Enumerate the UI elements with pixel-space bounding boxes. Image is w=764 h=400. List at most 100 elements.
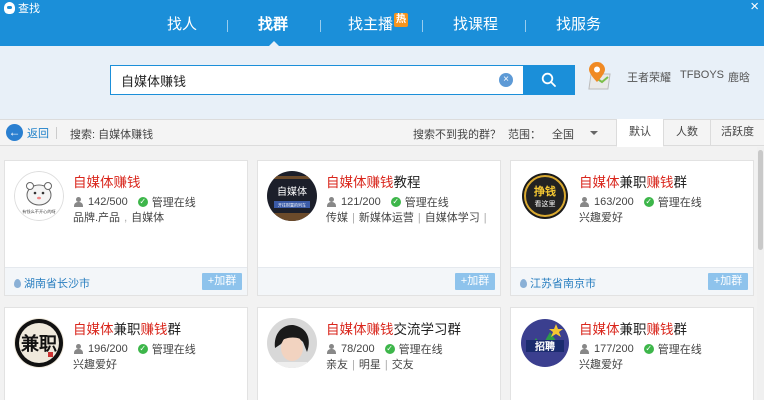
- group-location: 湖南省长沙市: [14, 275, 90, 291]
- name-text: 教程: [393, 175, 421, 190]
- group-avatar: 挣钱 看这里: [520, 171, 570, 221]
- tag: 兴趣爱好: [579, 212, 623, 224]
- group-card[interactable]: 挣钱 看这里 自媒体兼职赚钱群 163/200 ✓ 管理在线 兴趣爱好 江苏省南…: [510, 160, 754, 296]
- name-text: 兼职: [113, 322, 141, 337]
- group-avatar: 招聘: [520, 318, 570, 368]
- name-highlight: 自媒体: [73, 322, 114, 337]
- tag: 品牌.产品: [73, 212, 121, 224]
- group-card[interactable]: 自媒体 开往财富的列车 自媒体赚钱教程 121/200 ✓ 管理在线 传媒 | 新媒…: [257, 160, 501, 296]
- member-count: 163/200: [594, 196, 634, 208]
- recruit-banner-icon: 招聘: [520, 318, 570, 368]
- tag-divider: |: [483, 212, 487, 224]
- chevron-down-icon[interactable]: [590, 131, 598, 135]
- join-group-button[interactable]: +加群: [202, 273, 242, 290]
- search-area: × 王者荣耀 TFBOYS 鹿晗: [0, 46, 764, 119]
- member-count: 196/200: [88, 343, 128, 355]
- back-label: 返回: [27, 127, 49, 140]
- tab-find-course[interactable]: 找课程: [453, 12, 498, 40]
- group-card[interactable]: 招聘 自媒体兼职赚钱群 177/200 ✓ 管理在线 兴趣爱好: [510, 307, 754, 400]
- join-group-button[interactable]: +加群: [708, 273, 748, 290]
- tab-find-service[interactable]: 找服务: [556, 12, 601, 40]
- avatar-caption: 兼职: [21, 333, 57, 355]
- name-highlight: 赚钱: [646, 175, 674, 190]
- group-tags: 品牌.产品, 自媒体: [73, 209, 164, 225]
- member-count: 177/200: [594, 343, 634, 355]
- tag: 新媒体运营: [358, 212, 414, 224]
- not-found-link[interactable]: 搜索不到我的群？: [413, 126, 501, 142]
- tag: 传媒: [326, 212, 348, 224]
- join-group-button[interactable]: +加群: [455, 273, 495, 290]
- name-text: 群: [673, 322, 688, 337]
- group-name: 自媒体赚钱教程: [326, 171, 421, 191]
- group-card[interactable]: 兼职 自媒体兼职赚钱群 196/200 ✓ 管理在线 兴趣爱好: [4, 307, 248, 400]
- tab-find-people[interactable]: 找人: [167, 12, 197, 40]
- tag: 兴趣爱好: [579, 359, 623, 371]
- group-name: 自媒体兼职赚钱群: [73, 318, 181, 338]
- group-meta: 196/200 ✓ 管理在线: [73, 341, 196, 357]
- member-count: 78/200: [341, 343, 375, 355]
- media-banner-icon: 自媒体 开往财富的列车: [267, 171, 317, 221]
- results-grid: 有钱么不开心的呀 自媒体赚钱 142/500 ✓ 管理在线 品牌.产品, 自媒体 …: [0, 147, 764, 400]
- portrait-icon: [267, 318, 317, 368]
- ink-character-icon: 兼职: [14, 318, 64, 368]
- check-icon: ✓: [643, 344, 654, 354]
- tag-divider: |: [352, 212, 355, 224]
- group-location: 江苏省南京市: [520, 275, 596, 291]
- group-card[interactable]: 自媒体赚钱交流学习群 78/200 ✓ 管理在线 亲友 | 明星 | 交友: [257, 307, 501, 400]
- hamster-icon: 有钱么不开心的呀: [14, 171, 64, 221]
- coin-badge-icon: 挣钱 看这里: [520, 171, 570, 221]
- group-meta: 142/500 ✓ 管理在线: [73, 194, 196, 210]
- member-count: 121/200: [341, 196, 381, 208]
- group-avatar: [267, 318, 317, 368]
- hot-word-link[interactable]: TFBOYS: [680, 69, 724, 81]
- group-name: 自媒体兼职赚钱群: [579, 171, 687, 191]
- group-tags: 兴趣爱好: [579, 356, 623, 372]
- nav-divider: [422, 20, 423, 32]
- members-icon: [579, 344, 590, 354]
- tab-find-streamer[interactable]: 找主播: [348, 12, 393, 40]
- range-dropdown[interactable]: 全国: [552, 126, 574, 142]
- check-icon: ✓: [137, 197, 148, 207]
- group-name: 自媒体赚钱交流学习群: [326, 318, 461, 338]
- sort-tab-activity[interactable]: 活跃度: [710, 119, 764, 146]
- location-label: 江苏省南京市: [530, 278, 596, 290]
- group-card[interactable]: 有钱么不开心的呀 自媒体赚钱 142/500 ✓ 管理在线 品牌.产品, 自媒体 …: [4, 160, 248, 296]
- location-pin-icon: [520, 278, 527, 288]
- nav-divider: [525, 20, 526, 32]
- online-status: 管理在线: [404, 197, 449, 209]
- location-pin-icon: [14, 278, 21, 288]
- online-status: 管理在线: [151, 344, 196, 356]
- sort-tab-default[interactable]: 默认: [616, 119, 663, 147]
- group-meta: 121/200 ✓ 管理在线: [326, 194, 449, 210]
- members-icon: [73, 197, 84, 207]
- group-meta: 177/200 ✓ 管理在线: [579, 341, 702, 357]
- group-avatar: 有钱么不开心的呀: [14, 171, 64, 221]
- clear-search-icon[interactable]: ×: [499, 73, 513, 87]
- name-text: 兼职: [619, 322, 647, 337]
- name-highlight: 自媒体赚钱: [326, 322, 394, 337]
- query-label: 搜索: 自媒体赚钱: [70, 129, 154, 141]
- search-button[interactable]: [523, 65, 575, 95]
- hot-word-link[interactable]: 鹿晗: [728, 69, 750, 85]
- search-input[interactable]: [121, 71, 491, 89]
- online-status: 管理在线: [151, 197, 196, 209]
- name-highlight: 自媒体赚钱: [73, 175, 141, 190]
- avatar-caption: 自媒体: [277, 185, 307, 198]
- search-icon: [541, 72, 556, 87]
- scrollbar-thumb[interactable]: [758, 150, 763, 250]
- hot-word-link[interactable]: 王者荣耀: [627, 69, 671, 85]
- group-tags: 传媒 | 新媒体运营 | 自媒体学习 |: [326, 209, 491, 225]
- tag-divider: |: [417, 212, 421, 224]
- members-icon: [326, 344, 337, 354]
- tag-divider: |: [352, 359, 355, 371]
- online-status: 管理在线: [657, 197, 702, 209]
- back-button[interactable]: ← 返回: [6, 124, 49, 141]
- tag: 明星: [358, 359, 381, 371]
- tag-divider: ,: [124, 212, 128, 224]
- map-location-icon[interactable]: [588, 60, 614, 92]
- card-footer: 湖南省长沙市 +加群: [5, 267, 247, 295]
- avatar-subcaption: 开往财富的列车: [278, 202, 306, 208]
- tab-find-group[interactable]: 找群: [258, 12, 288, 47]
- sort-tab-members[interactable]: 人数: [663, 119, 710, 146]
- members-icon: [73, 344, 84, 354]
